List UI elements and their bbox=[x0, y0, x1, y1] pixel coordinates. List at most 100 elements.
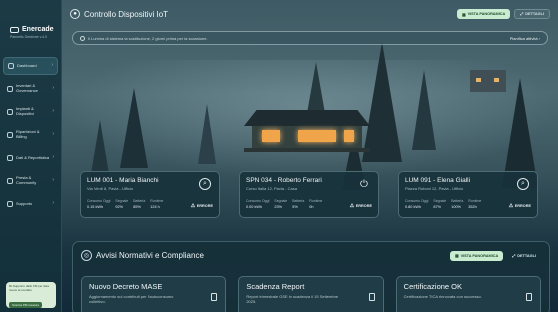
compliance-overview-button[interactable]: ▦ VISTA PANORAMICA bbox=[449, 250, 504, 261]
compliance-details-button[interactable]: ⤢ DETTAGLI bbox=[507, 251, 541, 261]
status-badge: ⚠ ERRORE bbox=[349, 203, 372, 209]
info-icon bbox=[80, 35, 85, 41]
details-button-label: DETTAGLI bbox=[517, 253, 536, 258]
chevron-right-icon: › bbox=[52, 177, 54, 184]
sidebar: Enercade Pannello Gestione v.4.0 Dashboa… bbox=[0, 0, 62, 312]
home-icon bbox=[8, 63, 14, 69]
expand-icon: ⤢ bbox=[520, 12, 524, 16]
metric: Segnale 23% bbox=[274, 199, 288, 209]
overview-button-label: VISTA PANORAMICA bbox=[460, 253, 499, 258]
community-icon bbox=[7, 178, 13, 184]
logo-icon bbox=[10, 26, 19, 33]
device-title: LUM 091 - Elena Gialli bbox=[405, 177, 471, 184]
plan-activity-link[interactable]: Pianifica attività › bbox=[510, 36, 540, 41]
compliance-card[interactable]: Certificazione OK Certificazione TICA ri… bbox=[395, 276, 541, 312]
details-button-label: DETTAGLI bbox=[525, 12, 544, 16]
metric: Segnale 92% bbox=[115, 199, 129, 209]
sidebar-item-dati[interactable]: Dati & Reportistica › bbox=[3, 149, 58, 167]
compliance-panel: ◎ Avvisi Normativi e Compliance ▦ VISTA … bbox=[72, 241, 550, 312]
chevron-right-icon: › bbox=[51, 62, 53, 69]
compliance-card[interactable]: Scadenza Report Report trimestrale GSE i… bbox=[238, 276, 384, 312]
sidebar-item-label: Impianti & Dispositivi bbox=[16, 106, 35, 116]
billing-icon bbox=[7, 132, 13, 138]
device-title: LUM 001 - Maria Bianchi bbox=[87, 177, 159, 184]
document-icon bbox=[211, 293, 218, 301]
background-cabin bbox=[470, 70, 506, 92]
compliance-card-desc: Aggiornamento sui contributi per l'autoc… bbox=[89, 294, 174, 304]
support-icon bbox=[7, 201, 13, 207]
metric: Segnale 87% bbox=[433, 199, 447, 209]
sidebar-item-label: Ripartizioni & Billing bbox=[16, 129, 40, 139]
brand-subtitle: Pannello Gestione v.4.0 bbox=[10, 35, 47, 39]
sidebar-item-label: Presta & Community bbox=[16, 175, 37, 185]
promo-box: Ri-Supporto dallo FM per dare nuove al c… bbox=[6, 282, 56, 308]
sidebar-item-label: Dashboard bbox=[17, 62, 37, 68]
brand: Enercade Pannello Gestione v.4.0 bbox=[0, 0, 61, 39]
metric: Consumo Oggi 0.15 kWh bbox=[87, 199, 111, 209]
chevron-right-icon: › bbox=[52, 131, 54, 138]
metric: Batteria 85% bbox=[133, 199, 146, 209]
warning-icon: ⚠ bbox=[349, 203, 355, 209]
chevron-right-icon: › bbox=[52, 154, 54, 161]
metric: Consumo Oggi 0.00 kWh bbox=[246, 199, 270, 209]
notice-text: Il Lumina di sistema la sostituzione, 2 … bbox=[88, 35, 208, 41]
overview-button[interactable]: ▦ VISTA PANORAMICA bbox=[456, 9, 511, 19]
chevron-right-icon: › bbox=[52, 108, 54, 115]
metric: Batteria 100% bbox=[451, 199, 464, 209]
device-card[interactable]: LUM 091 - Elena Gialli Piazza Roboni 12,… bbox=[398, 171, 538, 218]
device-address: Piazza Roboni 12, Pavia - Ufficio bbox=[405, 186, 464, 191]
sidebar-item-billing[interactable]: Ripartizioni & Billing › bbox=[3, 126, 58, 144]
metric: Batteria 5% bbox=[292, 199, 305, 209]
sidebar-item-label: Inventari & Governance bbox=[16, 83, 38, 93]
sidebar-item-label: Supporto bbox=[16, 200, 33, 206]
bulb-icon: ● bbox=[70, 9, 80, 19]
warning-icon: ⚠ bbox=[190, 203, 196, 209]
compliance-card-desc: Certificazione TICA rinnovata con succes… bbox=[403, 294, 482, 299]
chevron-right-icon: › bbox=[52, 85, 54, 92]
metric: Runtime 0h bbox=[309, 199, 323, 209]
sidebar-item-dashboard[interactable]: Dashboard › bbox=[3, 57, 58, 75]
overview-button-label: VISTA PANORAMICA bbox=[467, 12, 506, 16]
compliance-icon: ◎ bbox=[81, 250, 92, 261]
compliance-card-title: Certificazione OK bbox=[403, 282, 463, 291]
sidebar-item-inventari[interactable]: Inventari & Governance › bbox=[3, 80, 58, 98]
device-card[interactable]: LUM 001 - Maria Bianchi Via Verdi 8, Pav… bbox=[80, 171, 220, 218]
report-icon bbox=[7, 155, 13, 161]
sidebar-item-impianti[interactable]: Impianti & Dispositivi › bbox=[3, 103, 58, 121]
metric: Consumo Oggi 0.80 kWh bbox=[405, 199, 429, 209]
chevron-right-icon: › bbox=[52, 200, 54, 207]
warning-icon: ⚠ bbox=[508, 203, 514, 209]
device-card[interactable]: SPN 034 - Roberto Ferrari Corso Italia 1… bbox=[239, 171, 379, 218]
page-title: Controllo Dispositivi IoT bbox=[84, 9, 169, 19]
inventory-icon bbox=[7, 86, 13, 92]
promo-button[interactable]: Scarica PM creature bbox=[9, 301, 43, 308]
compliance-title: Avvisi Normativi e Compliance bbox=[96, 251, 204, 260]
metric: Runtime 124 h bbox=[150, 199, 164, 209]
sidebar-item-community[interactable]: Presta & Community › bbox=[3, 172, 58, 190]
document-icon bbox=[368, 293, 375, 301]
metric: Runtime 352h bbox=[468, 199, 482, 209]
compliance-card[interactable]: Nuovo Decreto MASE Aggiornamento sui con… bbox=[81, 276, 227, 312]
device-address: Corso Italia 12, Pavia - Casa bbox=[246, 186, 297, 191]
plug-icon[interactable]: ⏻ bbox=[358, 178, 370, 190]
compliance-card-title: Nuovo Decreto MASE bbox=[89, 282, 163, 291]
expand-icon: ⤢ bbox=[512, 253, 516, 258]
lamp-icon[interactable]: ⌕ bbox=[199, 178, 211, 190]
status-badge: ⚠ ERRORE bbox=[190, 203, 213, 209]
top-bar: ● Controllo Dispositivi IoT ▦ VISTA PANO… bbox=[62, 0, 558, 28]
sidebar-item-label: Dati & Reportistica bbox=[16, 154, 50, 160]
plan-activity-label: Pianifica attività bbox=[509, 35, 538, 41]
promo-text: Ri-Supporto dallo FM per dare nuove al c… bbox=[9, 284, 50, 292]
document-icon bbox=[525, 293, 532, 301]
grid-icon: ▦ bbox=[461, 12, 466, 17]
grid-icon: ▦ bbox=[454, 254, 459, 258]
app-root: Enercade Pannello Gestione v.4.0 Dashboa… bbox=[0, 0, 558, 312]
device-title: SPN 034 - Roberto Ferrari bbox=[246, 177, 322, 184]
sidebar-item-supporto[interactable]: Supporto › bbox=[3, 195, 58, 213]
details-button[interactable]: ⤢ DETTAGLI bbox=[514, 9, 550, 19]
device-icon bbox=[7, 109, 13, 115]
compliance-card-desc: Report trimestrale GSE in scadenza il 15… bbox=[246, 294, 339, 304]
compliance-card-title: Scadenza Report bbox=[246, 282, 305, 291]
lamp-icon[interactable]: ⌕ bbox=[517, 178, 529, 190]
cabin-illustration bbox=[244, 110, 370, 160]
